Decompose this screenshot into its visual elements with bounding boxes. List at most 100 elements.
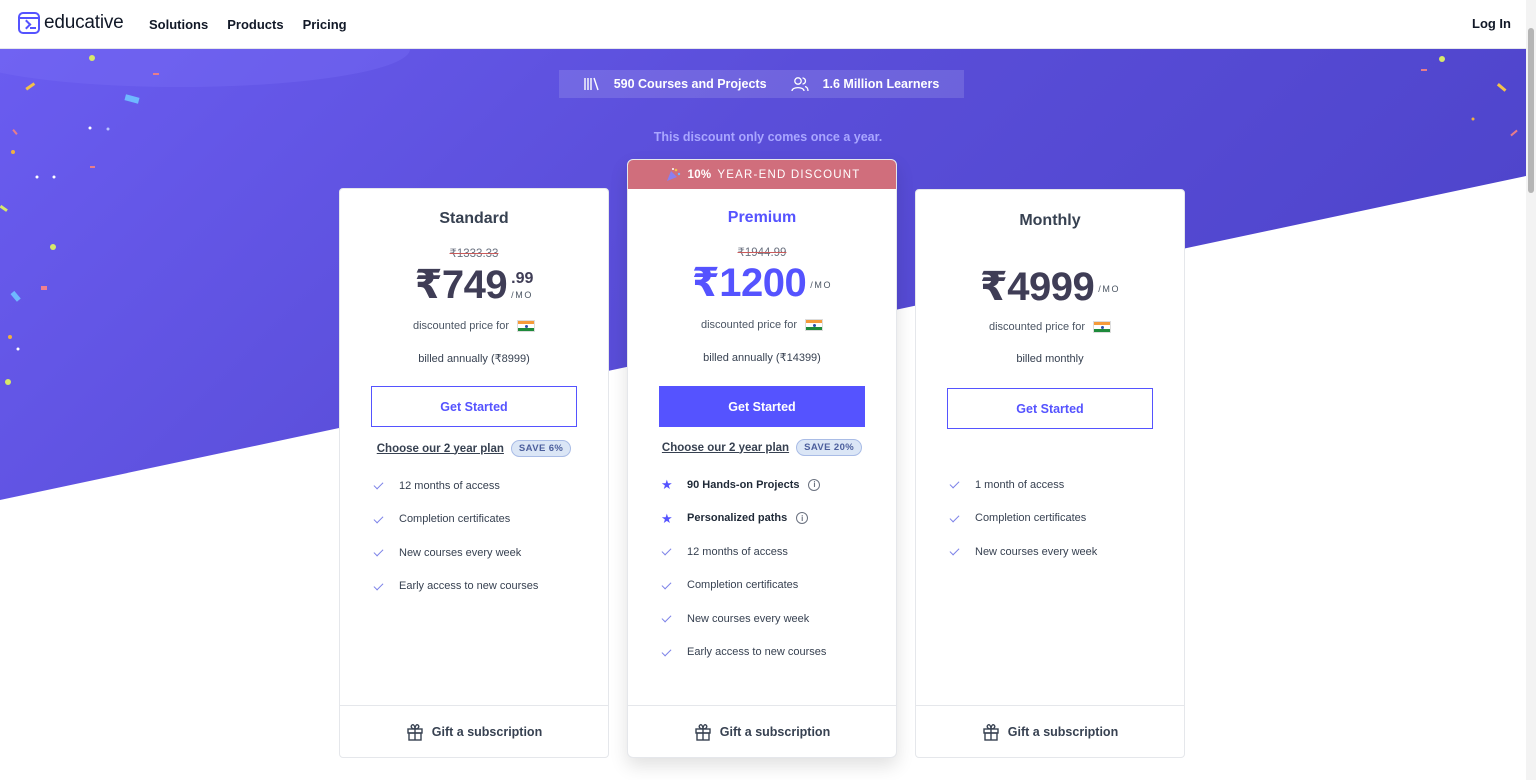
india-flag-icon [805, 319, 823, 331]
original-price: ₹1944.99 [737, 247, 787, 259]
billing-note: billed annually (₹8999) [418, 353, 530, 365]
price-period: /MO [1098, 284, 1121, 294]
check-icon [949, 478, 962, 491]
discount-label: discounted price for [413, 320, 509, 332]
check-icon [373, 546, 386, 559]
india-flag-icon [517, 320, 535, 332]
gift-label: Gift a subscription [719, 724, 831, 739]
price-amount: ₹4999 [979, 265, 1095, 309]
price-amount: ₹749 [414, 263, 508, 307]
check-icon [661, 579, 674, 592]
plan-title: Standard [439, 210, 509, 227]
educative-logo[interactable]: educative [18, 12, 124, 34]
list-item: ★ Personalized paths i [661, 502, 826, 536]
discount-note: discounted price for [916, 321, 1184, 333]
billing-note: billed annually (₹14399) [703, 352, 821, 364]
discount-label: discounted price for [989, 321, 1085, 333]
login-link[interactable]: Log In [1472, 16, 1511, 31]
party-popper-icon [666, 167, 680, 181]
list-item: 12 months of access [661, 535, 826, 569]
list-item: Early access to new courses [661, 636, 826, 670]
check-icon [661, 612, 674, 625]
gift-subscription-button[interactable]: Gift a subscription [628, 705, 896, 757]
get-started-button[interactable]: Get Started [371, 386, 577, 427]
gift-icon [695, 723, 711, 741]
plan-title: Monthly [1019, 212, 1081, 229]
terminal-icon [18, 12, 40, 34]
top-navigation-bar: educative Solutions Products Pricing Log… [0, 0, 1536, 49]
gift-subscription-button[interactable]: Gift a subscription [916, 705, 1184, 757]
banner-text: YEAR-END DISCOUNT [717, 168, 861, 181]
list-item: Completion certificates [949, 502, 1097, 536]
check-icon [661, 646, 674, 659]
brand-name: educative [44, 12, 124, 33]
check-icon [373, 580, 386, 593]
info-icon[interactable]: i [808, 478, 821, 491]
users-icon [790, 77, 809, 92]
library-icon [584, 77, 599, 91]
gift-label: Gift a subscription [431, 724, 543, 739]
star-icon: ★ [661, 477, 673, 493]
plan-price: ₹1200 /MO [628, 263, 896, 303]
plan-price: ₹4999 /MO [916, 267, 1184, 307]
discount-note: discounted price for [340, 320, 608, 332]
year-end-discount-banner: 10% YEAR-END DISCOUNT [628, 160, 896, 189]
learners-stat: 1.6 Million Learners [790, 76, 940, 92]
price-period: /MO [810, 280, 833, 290]
list-item: ★ 90 Hands-on Projects i [661, 468, 826, 502]
gift-subscription-button[interactable]: Gift a subscription [340, 705, 608, 757]
save-badge: SAVE 20% [796, 439, 863, 456]
nav-products[interactable]: Products [227, 17, 283, 32]
list-item: 1 month of access [949, 468, 1097, 502]
gift-icon [407, 723, 423, 741]
two-year-plan: Choose our 2 year plan SAVE 20% [628, 439, 896, 456]
premium-plan-card: 10% YEAR-END DISCOUNT Premium ₹1944.99 ₹… [627, 159, 897, 758]
page-scrollbar[interactable] [1526, 0, 1536, 780]
billing-note: billed monthly [1016, 353, 1084, 365]
price-cents: .99 [511, 270, 534, 287]
plan-price: ₹749 .99 /MO [340, 265, 608, 305]
get-started-button[interactable]: Get Started [659, 386, 865, 427]
nav-solutions[interactable]: Solutions [149, 17, 208, 32]
save-badge: SAVE 6% [510, 440, 572, 457]
list-item: New courses every week [661, 602, 826, 636]
check-icon [661, 545, 674, 558]
plan-title: Premium [727, 209, 797, 226]
feature-list: 12 months of access Completion certifica… [373, 469, 538, 603]
price-amount: ₹1200 [691, 261, 807, 305]
stats-bar: 590 Courses and Projects 1.6 Million Lea… [559, 70, 964, 98]
list-item: 12 months of access [373, 469, 538, 503]
info-icon[interactable]: i [796, 512, 809, 525]
check-icon [949, 545, 962, 558]
two-year-plan: Choose our 2 year plan SAVE 6% [340, 440, 608, 457]
courses-count: 590 Courses and Projects [613, 77, 767, 91]
two-year-plan-link[interactable]: Choose our 2 year plan [662, 442, 789, 454]
standard-plan-card: Standard ₹1333.33 ₹749 .99 /MO discounte… [339, 188, 609, 758]
learners-count: 1.6 Million Learners [822, 77, 940, 91]
nav-pricing[interactable]: Pricing [303, 17, 347, 32]
check-icon [373, 513, 386, 526]
check-icon [373, 479, 386, 492]
gift-icon [983, 723, 999, 741]
feature-list: ★ 90 Hands-on Projects i ★ Personalized pat… [661, 468, 826, 669]
scrollbar-thumb[interactable] [1528, 28, 1534, 193]
list-item: New courses every week [373, 536, 538, 570]
list-item: Completion certificates [373, 503, 538, 537]
list-item: Completion certificates [661, 569, 826, 603]
monthly-plan-card: Monthly ₹4999 /MO discounted price for b… [915, 189, 1185, 758]
discount-label: discounted price for [701, 319, 797, 331]
banner-percent: 10% [687, 168, 712, 181]
india-flag-icon [1093, 321, 1111, 333]
price-period: /MO [511, 290, 533, 300]
get-started-button[interactable]: Get Started [947, 388, 1153, 429]
discount-note: discounted price for [628, 319, 896, 331]
check-icon [949, 512, 962, 525]
original-price: ₹1333.33 [449, 248, 499, 260]
main-nav: Solutions Products Pricing [149, 17, 347, 32]
list-item: New courses every week [949, 535, 1097, 569]
two-year-plan-link[interactable]: Choose our 2 year plan [377, 443, 504, 455]
discount-tagline: This discount only comes once a year. [653, 130, 883, 144]
courses-stat: 590 Courses and Projects [584, 77, 767, 91]
list-item: Early access to new courses [373, 570, 538, 604]
star-icon: ★ [661, 510, 673, 526]
